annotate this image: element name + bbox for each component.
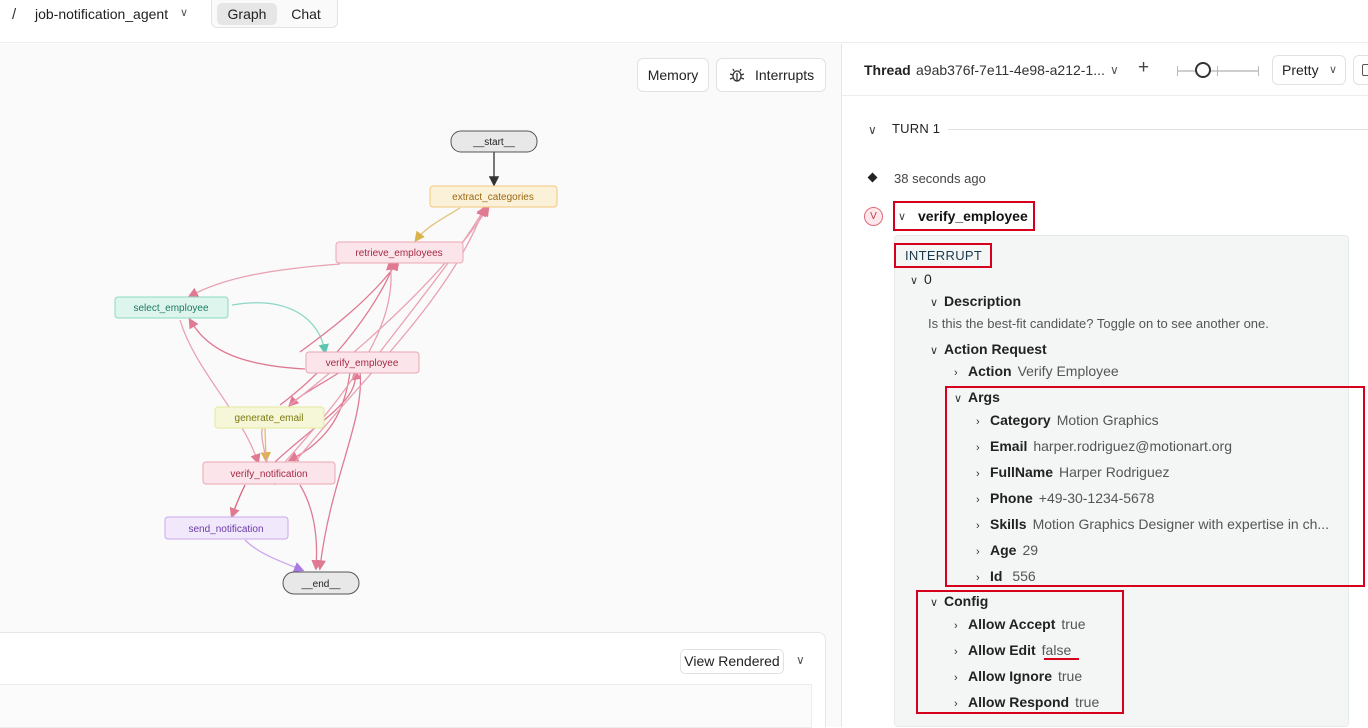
state-content-area[interactable] [0,684,812,728]
tree-node-0[interactable]: ∨ 0 [910,271,932,287]
document-icon[interactable] [1353,55,1368,85]
node-verify-employee-label: verify_employee [326,358,399,369]
graph-canvas: __start__ extract_categories retrieve_em… [114,130,558,595]
annotation-box-node-title [893,201,1035,231]
graph-selector[interactable]: job-notification_agent [35,6,168,22]
memory-button[interactable]: Memory [637,58,709,92]
node-generate-email[interactable]: generate_email [214,406,325,429]
chevron-down-icon: ∨ [930,345,939,357]
thread-label: Thread [864,62,911,78]
turn-divider [948,129,1368,130]
chevron-down-icon: ∨ [1328,64,1337,76]
chevron-down-icon[interactable]: ∨ [796,653,805,667]
node-select-employee-label: select_employee [133,303,208,314]
node-badge: V [864,207,883,226]
node-verify-notification[interactable]: verify_notification [202,461,336,485]
node-extract-categories-label: extract_categories [452,192,534,203]
description-text: Is this the best-fit candidate? Toggle o… [928,316,1269,331]
thread-panel: Thread a9ab376f-7e11-4e98-a212-1... ∨ + … [842,44,1368,727]
annotation-box-interrupt [894,243,992,268]
chevron-down-icon[interactable]: ∨ [180,6,188,19]
history-slider[interactable] [1177,66,1259,76]
node-send-notification-label: send_notification [188,524,263,535]
node-retrieve-employees-label: retrieve_employees [355,248,442,259]
node-send-notification[interactable]: send_notification [164,516,289,540]
node-verify-notification-label: verify_notification [230,469,307,480]
tab-chat[interactable]: Chat [278,3,334,25]
tree-node-action-request[interactable]: ∨ Action Request [930,341,1047,357]
timestamp: 38 seconds ago [894,171,986,186]
chevron-down-icon[interactable]: ∨ [868,123,877,137]
top-bar: / job-notification_agent ∨ Graph Chat [0,0,1368,43]
node-extract-categories[interactable]: extract_categories [429,185,558,208]
node-verify-employee[interactable]: verify_employee [305,351,420,374]
graph-panel: __start__ extract_categories retrieve_em… [0,44,841,728]
node-end-label: __end__ [301,579,341,590]
plus-icon[interactable]: + [1138,57,1149,79]
thread-toolbar: Thread a9ab376f-7e11-4e98-a212-1... ∨ + … [842,44,1368,96]
diamond-icon [867,172,878,183]
annotation-box-config [916,590,1124,714]
state-panel: View Rendered ∨ [0,632,826,728]
view-tabs: Graph Chat [211,0,338,28]
view-mode-select[interactable]: Pretty ∨ [1272,55,1346,85]
tree-node-description[interactable]: ∨ Description [930,293,1021,309]
annotation-box-args [945,386,1365,587]
chevron-right-icon: › [954,367,958,379]
turn-label[interactable]: TURN 1 [892,121,940,136]
breadcrumb-separator: / [12,6,17,23]
slider-thumb[interactable] [1195,62,1211,78]
chevron-down-icon[interactable]: ∨ [1110,63,1119,77]
interrupts-button[interactable]: Interrupts [716,58,826,92]
bug-icon [729,68,745,82]
node-start-label: __start__ [472,137,515,148]
tree-node-action[interactable]: › Action Verify Employee [954,363,1119,379]
view-mode-label: Pretty [1282,62,1319,78]
interrupts-label: Interrupts [755,67,815,83]
thread-selector[interactable]: a9ab376f-7e11-4e98-a212-1... [916,62,1105,78]
node-retrieve-employees[interactable]: retrieve_employees [335,241,464,264]
node-end[interactable]: __end__ [282,571,360,595]
node-select-employee[interactable]: select_employee [114,296,229,319]
tab-graph[interactable]: Graph [217,3,277,25]
chevron-down-icon: ∨ [930,297,939,309]
view-rendered-button[interactable]: View Rendered [680,649,784,674]
node-start[interactable]: __start__ [450,130,538,153]
annotation-underline-allow-edit [1044,658,1079,660]
node-generate-email-label: generate_email [235,413,304,424]
chevron-down-icon: ∨ [910,275,919,287]
